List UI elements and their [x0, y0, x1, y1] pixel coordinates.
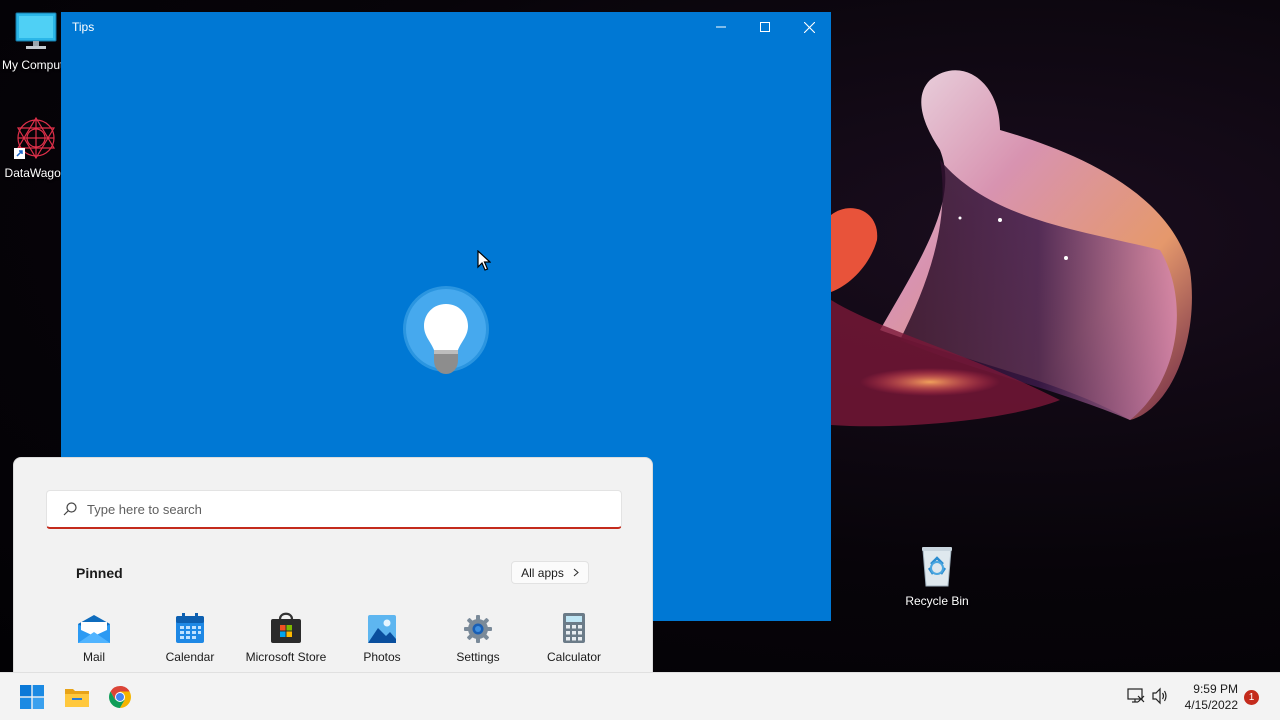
all-apps-button[interactable]: All apps	[511, 561, 589, 584]
pinned-app-label: Calculator	[546, 650, 602, 664]
all-apps-label: All apps	[521, 565, 564, 580]
mail-icon	[46, 608, 142, 644]
monitor-icon	[14, 12, 58, 56]
pinned-app-microsoft-store[interactable]: Microsoft Store	[238, 608, 334, 664]
pinned-app-label: Calendar	[165, 650, 215, 664]
pinned-app-settings[interactable]: Settings	[430, 608, 526, 664]
calculator-icon	[526, 608, 622, 644]
file-explorer-icon	[64, 686, 90, 708]
calendar-icon	[142, 608, 238, 644]
pinned-app-mail[interactable]: Mail	[46, 608, 142, 664]
recycle-bin-icon	[917, 544, 957, 592]
search-input[interactable]	[87, 501, 567, 517]
settings-icon	[430, 608, 526, 644]
desktop-icon-label: Recycle Bin	[905, 594, 969, 608]
start-icon	[20, 685, 44, 709]
maximize-button[interactable]	[743, 12, 787, 42]
close-button[interactable]	[787, 12, 831, 42]
minimize-icon	[716, 22, 726, 32]
window-titlebar[interactable]: Tips	[61, 12, 831, 42]
chrome-icon	[108, 685, 132, 709]
pinned-app-label: Photos	[363, 650, 401, 664]
photos-icon	[334, 608, 430, 644]
network-icon[interactable]	[1127, 687, 1145, 710]
search-box[interactable]	[46, 490, 622, 529]
pinned-app-label: Mail	[82, 650, 105, 664]
search-icon	[63, 502, 77, 516]
pinned-app-label: Settings	[456, 650, 500, 664]
mouse-cursor-icon	[477, 249, 492, 277]
volume-icon[interactable]	[1151, 687, 1169, 710]
file-explorer-button[interactable]	[61, 681, 93, 713]
chrome-button[interactable]	[104, 681, 136, 713]
clock-date: 4/15/2022	[1184, 698, 1238, 712]
close-icon	[803, 21, 815, 33]
pinned-app-photos[interactable]: Photos	[334, 608, 430, 664]
window-title: Tips	[72, 20, 95, 34]
maximize-icon	[760, 22, 770, 32]
desktop-icon-recycle-bin[interactable]: Recycle Bin	[897, 544, 977, 609]
start-menu: Pinned All apps Mail	[13, 457, 653, 672]
pinned-app-label: Microsoft Store	[245, 650, 327, 664]
chevron-right-icon	[573, 568, 579, 577]
pinned-app-calculator[interactable]: Calculator	[526, 608, 622, 664]
store-icon	[238, 608, 334, 644]
lightbulb-icon	[401, 284, 491, 389]
pinned-apps-grid: Mail Calendar Microsoft Store Photos Set…	[46, 608, 622, 664]
pinned-app-calendar[interactable]: Calendar	[142, 608, 238, 664]
clock-time: 9:59 PM	[1193, 682, 1238, 696]
pinned-section-title: Pinned	[76, 565, 123, 581]
datawagon-logo-icon	[14, 116, 58, 164]
minimize-button[interactable]	[699, 12, 743, 42]
taskbar: 9:59 PM 4/15/2022 1	[0, 672, 1280, 720]
start-button[interactable]	[16, 681, 48, 713]
notification-badge[interactable]: 1	[1244, 690, 1259, 705]
taskbar-clock[interactable]: 9:59 PM 4/15/2022	[1176, 681, 1238, 713]
